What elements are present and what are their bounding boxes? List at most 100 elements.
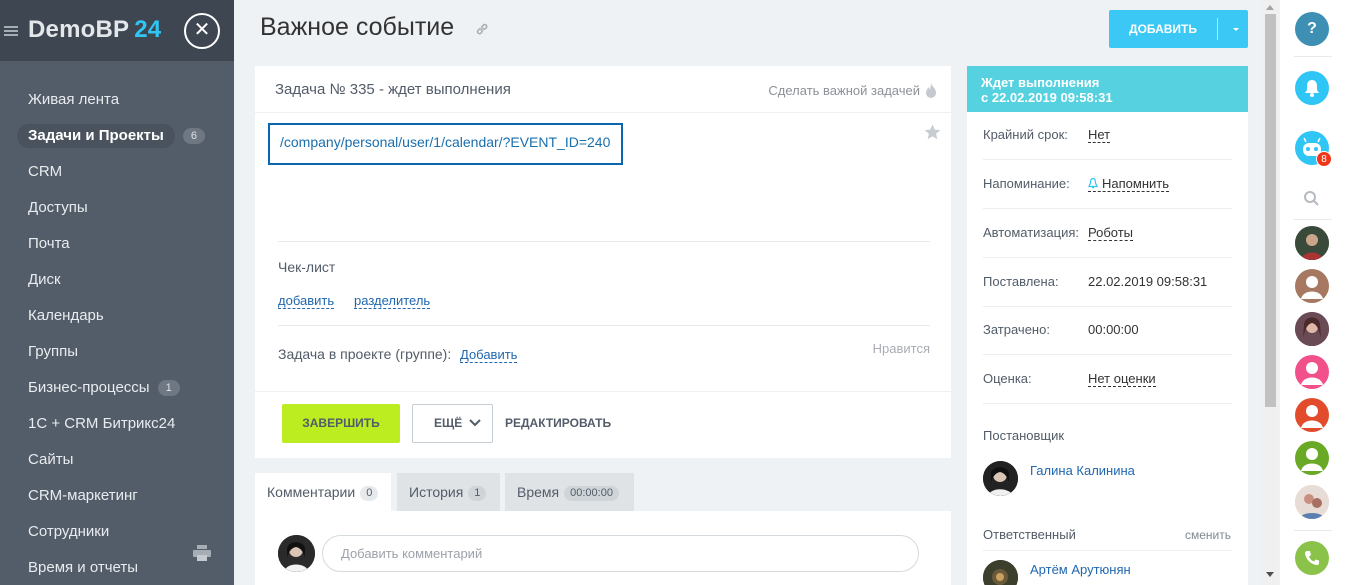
checklist-title: Чек-лист bbox=[278, 259, 336, 275]
row-key: Поставлена: bbox=[983, 274, 1059, 289]
spent-row: Затрачено: 00:00:00 bbox=[983, 307, 1232, 355]
creator-name[interactable]: Галина Калинина bbox=[1030, 463, 1135, 478]
row-key: Оценка: bbox=[983, 371, 1032, 386]
menu-icon[interactable] bbox=[4, 26, 18, 36]
add-button[interactable]: ДОБАВИТЬ bbox=[1109, 10, 1248, 48]
row-key: Напоминание: bbox=[983, 176, 1070, 191]
status-title: Ждет выполнения bbox=[981, 75, 1100, 90]
row-key: Затрачено: bbox=[983, 322, 1050, 337]
fire-icon bbox=[926, 83, 936, 98]
spent-value: 00:00:00 bbox=[1088, 322, 1139, 337]
scrollbar-thumb[interactable] bbox=[1265, 14, 1276, 407]
task-heading: Задача № 335 - ждет выполнения bbox=[275, 81, 511, 98]
logo-name: DemoBP bbox=[28, 16, 130, 43]
divider bbox=[1294, 219, 1332, 220]
chevron-down-icon[interactable] bbox=[1228, 22, 1244, 36]
avatar[interactable] bbox=[1295, 355, 1329, 389]
avatar bbox=[983, 461, 1018, 496]
avatar bbox=[983, 560, 1018, 585]
tab-time[interactable]: Время 00:00:00 bbox=[505, 473, 634, 511]
search-icon[interactable] bbox=[1295, 182, 1329, 216]
help-icon[interactable]: ? bbox=[1295, 12, 1329, 46]
add-button-divider bbox=[1217, 18, 1218, 40]
edit-button[interactable]: РЕДАКТИРОВАТЬ bbox=[505, 404, 611, 443]
more-button[interactable]: ЕЩЁ bbox=[412, 404, 493, 443]
print-icon[interactable] bbox=[193, 545, 211, 561]
like-link[interactable]: Нравится bbox=[873, 341, 930, 356]
scroll-down-icon[interactable] bbox=[1266, 572, 1274, 578]
sidebar-item-label: Бизнес-процессы bbox=[28, 379, 150, 396]
sidebar-item-sites[interactable]: Сайты bbox=[0, 442, 234, 478]
task-card: Задача № 335 - ждет выполнения Сделать в… bbox=[255, 66, 951, 458]
creator-label: Постановщик bbox=[983, 428, 1065, 443]
avatar[interactable] bbox=[1295, 312, 1329, 346]
avatar[interactable] bbox=[1295, 269, 1329, 303]
page-scrollbar[interactable] bbox=[1262, 0, 1278, 585]
divider bbox=[278, 241, 930, 242]
bell-icon bbox=[1088, 178, 1098, 189]
scroll-up-icon[interactable] bbox=[1266, 4, 1274, 10]
project-label: Задача в проекте (группе): bbox=[278, 346, 452, 362]
sidebar-item-1c-crm[interactable]: 1С + CRM Битрикс24 bbox=[0, 406, 234, 442]
tab-comments[interactable]: Комментарии 0 bbox=[255, 473, 391, 511]
sidebar-item-tasks[interactable]: Задачи и Проекты 6 bbox=[0, 118, 234, 154]
reminder-value: Напомнить bbox=[1102, 176, 1169, 191]
reminder-row: Напоминание: Напомнить bbox=[983, 161, 1232, 209]
divider bbox=[255, 112, 951, 113]
deadline-row: Крайний срок: Нет bbox=[983, 112, 1232, 160]
avatar[interactable] bbox=[1295, 485, 1329, 519]
chevron-down-icon bbox=[469, 419, 481, 427]
status-since: с 22.02.2019 09:58:31 bbox=[981, 90, 1113, 105]
automation-row: Автоматизация: Роботы bbox=[983, 210, 1232, 258]
sidebar-item-label: Календарь bbox=[28, 307, 104, 324]
phone-icon[interactable] bbox=[1295, 541, 1329, 575]
tab-history[interactable]: История 1 bbox=[397, 473, 500, 511]
description-link[interactable]: /company/personal/user/1/calendar/?EVENT… bbox=[268, 123, 623, 165]
sidebar-item-disk[interactable]: Диск bbox=[0, 262, 234, 298]
reminder-link[interactable]: Напомнить bbox=[1088, 176, 1169, 192]
project-add-link[interactable]: Добавить bbox=[460, 347, 518, 363]
avatar[interactable] bbox=[1295, 441, 1329, 475]
status-panel: Ждет выполнения с 22.02.2019 09:58:31 Кр… bbox=[967, 66, 1248, 585]
star-icon[interactable] bbox=[924, 124, 941, 141]
sidebar-item-label: Диск bbox=[28, 271, 61, 288]
status-header: Ждет выполнения с 22.02.2019 09:58:31 bbox=[967, 66, 1248, 112]
sidebar-item-access[interactable]: Доступы bbox=[0, 190, 234, 226]
sidebar-item-calendar[interactable]: Календарь bbox=[0, 298, 234, 334]
page-title: Важное событие bbox=[260, 13, 455, 41]
link-icon[interactable] bbox=[475, 22, 489, 36]
make-important-label: Сделать важной задачей bbox=[768, 83, 920, 98]
sidebar-item-groups[interactable]: Группы bbox=[0, 334, 234, 370]
deadline-value[interactable]: Нет bbox=[1088, 127, 1111, 143]
close-icon[interactable]: ✕ bbox=[184, 13, 220, 49]
sidebar-item-crm[interactable]: CRM bbox=[0, 154, 234, 190]
logo-number: 24 bbox=[134, 16, 162, 43]
logo[interactable]: DemoBP 24 bbox=[28, 16, 161, 44]
sidebar-item-crm-marketing[interactable]: CRM-маркетинг bbox=[0, 478, 234, 514]
sidebar-item-label: Группы bbox=[28, 343, 78, 360]
sidebar-menu: Живая лента Задачи и Проекты 6 CRM Доступ… bbox=[0, 82, 234, 585]
checklist-add-link[interactable]: добавить bbox=[278, 293, 335, 309]
rating-value[interactable]: Нет оценки bbox=[1088, 371, 1156, 387]
avatar[interactable] bbox=[1295, 226, 1329, 260]
sidebar-item-label: Живая лента bbox=[28, 91, 120, 108]
sidebar-item-live-feed[interactable]: Живая лента bbox=[0, 82, 234, 118]
sidebar-item-label: Задачи и Проекты bbox=[17, 124, 175, 148]
checklist-separator-link[interactable]: разделитель bbox=[354, 293, 431, 309]
tab-label: История bbox=[409, 484, 464, 500]
sidebar-item-count: 1 bbox=[157, 380, 180, 396]
sidebar-item-count: 6 bbox=[182, 128, 205, 144]
make-important-link[interactable]: Сделать важной задачей bbox=[768, 83, 937, 98]
sidebar-item-label: Почта bbox=[28, 235, 70, 252]
comment-input[interactable]: Добавить комментарий bbox=[322, 535, 919, 572]
change-responsible-link[interactable]: сменить bbox=[1185, 528, 1231, 542]
responsible-label: Ответственный bbox=[983, 527, 1076, 542]
tab-count: 0 bbox=[360, 486, 379, 501]
robots-link[interactable]: Роботы bbox=[1088, 225, 1134, 241]
sidebar-item-bizproc[interactable]: Бизнес-процессы 1 bbox=[0, 370, 234, 406]
finish-button[interactable]: ЗАВЕРШИТЬ bbox=[282, 404, 400, 443]
bell-icon[interactable] bbox=[1295, 71, 1329, 105]
responsible-name[interactable]: Артём Арутюнян bbox=[1030, 562, 1131, 577]
sidebar-item-mail[interactable]: Почта bbox=[0, 226, 234, 262]
avatar[interactable] bbox=[1295, 398, 1329, 432]
